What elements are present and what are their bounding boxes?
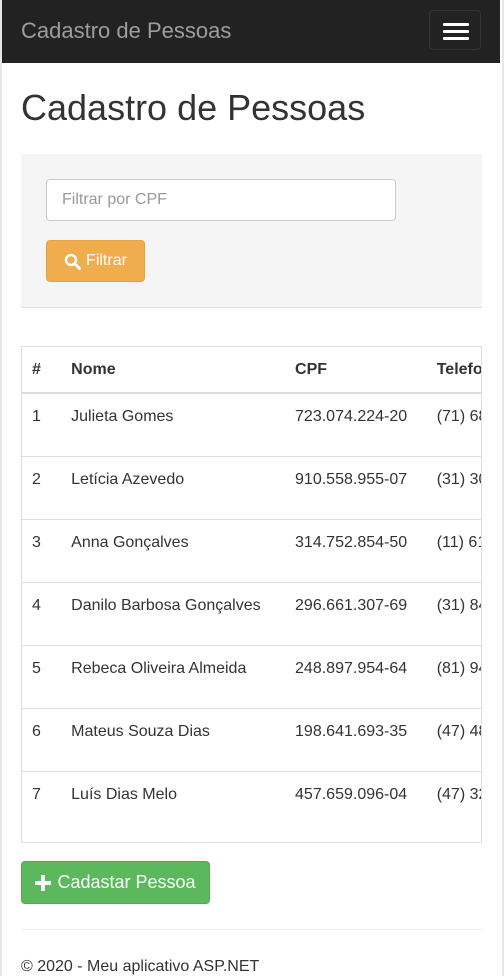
cell-telefone: (81) 94	[436, 644, 481, 708]
cpf-filter-input[interactable]	[46, 179, 396, 221]
cell-cpf: 296.661.307-69	[295, 581, 437, 645]
people-table: # Nome CPF Telefo 1 Julieta Gomes 723.07…	[22, 347, 481, 834]
navbar-brand[interactable]: Cadastro de Pessoas	[21, 17, 231, 45]
column-header-telefone: Telefo	[436, 347, 481, 394]
table-header-row: # Nome CPF Telefo	[22, 347, 481, 394]
cell-index: 7	[22, 770, 72, 834]
footer-divider	[21, 929, 482, 930]
cell-index: 6	[22, 707, 72, 771]
cell-telefone: (47) 48	[436, 707, 481, 771]
cell-nome: Rebeca Oliveira Almeida	[71, 644, 296, 708]
add-person-button[interactable]: Cadastar Pessoa	[21, 861, 210, 904]
page-title: Cadastro de Pessoas	[21, 87, 366, 128]
table-row[interactable]: 1 Julieta Gomes 723.074.224-20 (71) 68	[22, 393, 481, 456]
cell-cpf: 314.752.854-50	[295, 518, 437, 582]
plus-icon	[35, 874, 52, 891]
cell-nome: Letícia Azevedo	[71, 455, 296, 519]
cell-telefone: (11) 61	[436, 518, 481, 582]
cell-cpf: 457.659.096-04	[295, 770, 437, 834]
column-header-nome: Nome	[71, 347, 296, 394]
cell-cpf: 723.074.224-20	[295, 408, 408, 425]
cell-nome: Anna Gonçalves	[71, 518, 296, 582]
table-row[interactable]: 5 Rebeca Oliveira Almeida 248.897.954-64…	[22, 644, 481, 708]
cell-telefone: (31) 84	[436, 581, 481, 645]
cell-nome: Julieta Gomes	[71, 408, 174, 425]
cell-telefone: (31) 30	[436, 455, 481, 519]
column-header-cpf: CPF	[295, 347, 437, 394]
column-header-index: #	[22, 347, 72, 394]
filter-panel: Filtrar	[21, 154, 482, 308]
cell-cpf: 910.558.955-07	[295, 455, 437, 519]
navbar: Cadastro de Pessoas	[2, 0, 500, 63]
search-icon	[64, 253, 81, 270]
filter-button-label: Filtrar	[86, 252, 127, 269]
cell-telefone: (47) 32	[436, 770, 481, 834]
cell-nome: Luís Dias Melo	[71, 770, 296, 834]
table-row[interactable]: 2 Letícia Azevedo 910.558.955-07 (31) 30	[22, 455, 481, 519]
filter-button[interactable]: Filtrar	[46, 240, 145, 282]
page-edge-left	[0, 0, 2, 976]
table-row[interactable]: 7 Luís Dias Melo 457.659.096-04 (47) 32	[22, 770, 481, 834]
cell-cpf: 248.897.954-64	[295, 644, 437, 708]
people-table-container[interactable]: # Nome CPF Telefo 1 Julieta Gomes 723.07…	[21, 346, 482, 843]
footer-text: © 2020 - Meu aplicativo ASP.NET	[21, 958, 260, 975]
table-row[interactable]: 3 Anna Gonçalves 314.752.854-50 (11) 61	[22, 518, 481, 582]
cell-index: 1	[32, 408, 41, 425]
add-person-label: Cadastar Pessoa	[57, 872, 196, 892]
cell-index: 2	[22, 455, 72, 519]
table-row[interactable]: 4 Danilo Barbosa Gonçalves 296.661.307-6…	[22, 581, 481, 645]
cell-nome: Mateus Souza Dias	[71, 707, 296, 771]
cell-cpf: 198.641.693-35	[295, 707, 437, 771]
menu-toggle-button[interactable]	[429, 10, 481, 50]
cell-telefone: (71) 68	[436, 408, 481, 425]
cell-index: 5	[22, 644, 72, 708]
table-row[interactable]: 6 Mateus Souza Dias 198.641.693-35 (47) …	[22, 707, 481, 771]
cell-nome: Danilo Barbosa Gonçalves	[71, 581, 296, 645]
cell-index: 3	[22, 518, 72, 582]
cell-index: 4	[22, 581, 72, 645]
